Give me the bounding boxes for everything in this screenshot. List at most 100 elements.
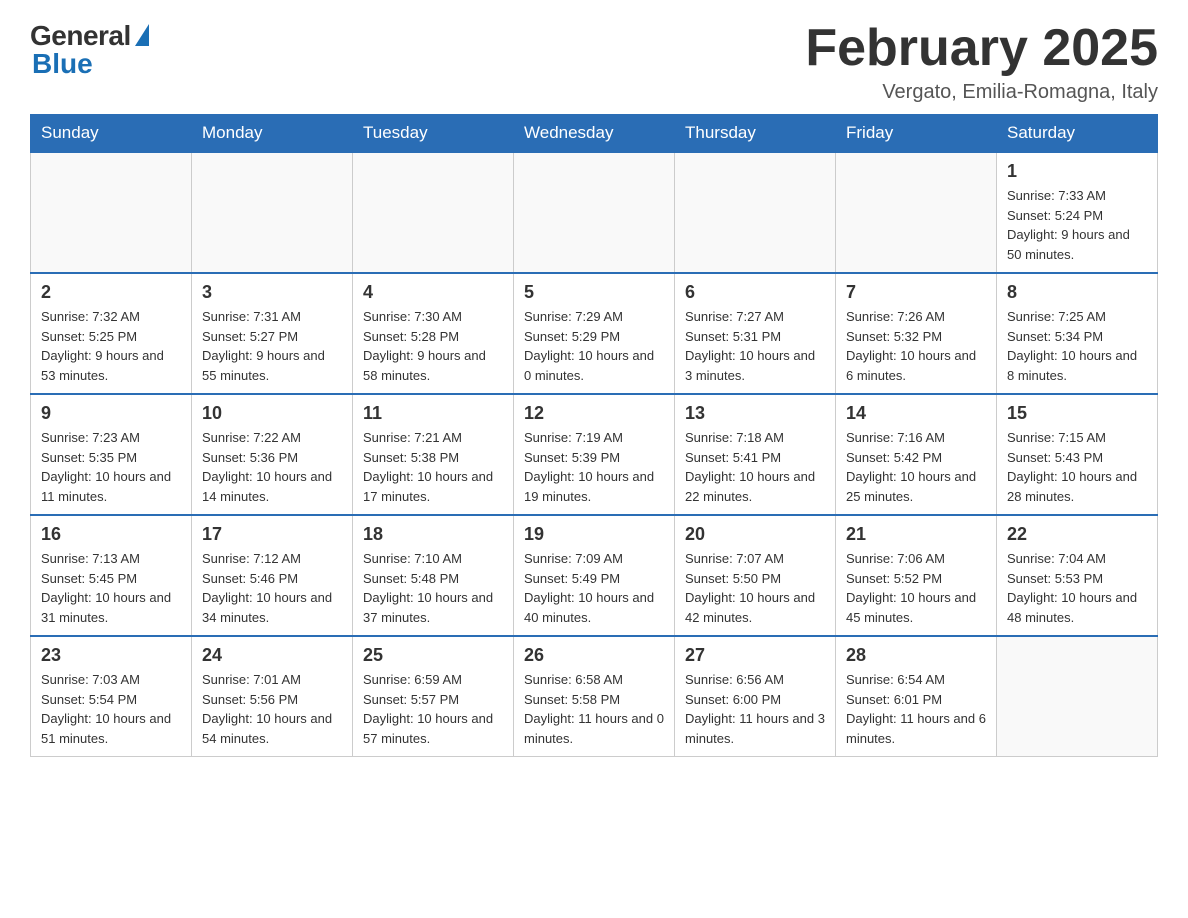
calendar-cell: 20 Sunrise: 7:07 AM Sunset: 5:50 PM Dayli… — [675, 515, 836, 636]
day-info: Sunrise: 7:07 AM Sunset: 5:50 PM Dayligh… — [685, 549, 825, 627]
calendar-cell: 7 Sunrise: 7:26 AM Sunset: 5:32 PM Daylig… — [836, 273, 997, 394]
location-subtitle: Vergato, Emilia-Romagna, Italy — [805, 81, 1158, 104]
calendar-cell: 8 Sunrise: 7:25 AM Sunset: 5:34 PM Daylig… — [997, 273, 1158, 394]
calendar-cell: 24Sunrise: 7:01 AM Sunset: 5:56 PM Dayli… — [192, 636, 353, 757]
day-number: 13 — [685, 403, 825, 424]
day-info: Sunrise: 7:10 AM Sunset: 5:48 PM Dayligh… — [363, 549, 503, 627]
day-number: 16 — [41, 524, 181, 545]
day-info: Sunrise: 6:54 AM Sunset: 6:01 PM Dayligh… — [846, 670, 986, 748]
calendar-cell: 17 Sunrise: 7:12 AM Sunset: 5:46 PM Dayli… — [192, 515, 353, 636]
day-info: Sunrise: 7:04 AM Sunset: 5:53 PM Dayligh… — [1007, 549, 1147, 627]
day-number: 4 — [363, 282, 503, 303]
day-info: Sunrise: 7:23 AM Sunset: 5:35 PM Dayligh… — [41, 428, 181, 506]
day-number: 27 — [685, 645, 825, 666]
day-number: 22 — [1007, 524, 1147, 545]
day-number: 5 — [524, 282, 664, 303]
weekday-header-thursday: Thursday — [675, 115, 836, 153]
day-number: 24 — [202, 645, 342, 666]
weekday-header-saturday: Saturday — [997, 115, 1158, 153]
calendar-cell: 14 Sunrise: 7:16 AM Sunset: 5:42 PM Dayli… — [836, 394, 997, 515]
day-number: 14 — [846, 403, 986, 424]
day-number: 18 — [363, 524, 503, 545]
calendar-cell: 23Sunrise: 7:03 AM Sunset: 5:54 PM Dayli… — [31, 636, 192, 757]
day-number: 21 — [846, 524, 986, 545]
calendar-week-row: 2 Sunrise: 7:32 AM Sunset: 5:25 PM Daylig… — [31, 273, 1158, 394]
day-info: Sunrise: 7:18 AM Sunset: 5:41 PM Dayligh… — [685, 428, 825, 506]
day-info: Sunrise: 7:03 AM Sunset: 5:54 PM Dayligh… — [41, 670, 181, 748]
calendar-cell — [836, 152, 997, 273]
calendar-cell: 6 Sunrise: 7:27 AM Sunset: 5:31 PM Daylig… — [675, 273, 836, 394]
calendar-cell: 5 Sunrise: 7:29 AM Sunset: 5:29 PM Daylig… — [514, 273, 675, 394]
calendar-cell: 11Sunrise: 7:21 AM Sunset: 5:38 PM Dayli… — [353, 394, 514, 515]
day-number: 11 — [363, 403, 503, 424]
logo-blue-text: Blue — [32, 48, 93, 80]
calendar-cell: 3 Sunrise: 7:31 AM Sunset: 5:27 PM Daylig… — [192, 273, 353, 394]
calendar-cell — [997, 636, 1158, 757]
weekday-header-monday: Monday — [192, 115, 353, 153]
calendar-cell: 18 Sunrise: 7:10 AM Sunset: 5:48 PM Dayli… — [353, 515, 514, 636]
calendar-body: 1Sunrise: 7:33 AM Sunset: 5:24 PM Daylig… — [31, 152, 1158, 757]
calendar-cell: 21 Sunrise: 7:06 AM Sunset: 5:52 PM Dayli… — [836, 515, 997, 636]
day-number: 15 — [1007, 403, 1147, 424]
weekday-header-friday: Friday — [836, 115, 997, 153]
day-info: Sunrise: 7:27 AM Sunset: 5:31 PM Dayligh… — [685, 307, 825, 385]
logo: General Blue — [30, 20, 149, 80]
day-number: 25 — [363, 645, 503, 666]
day-info: Sunrise: 7:30 AM Sunset: 5:28 PM Dayligh… — [363, 307, 503, 385]
calendar-table: SundayMondayTuesdayWednesdayThursdayFrid… — [30, 114, 1158, 757]
day-info: Sunrise: 6:58 AM Sunset: 5:58 PM Dayligh… — [524, 670, 664, 748]
day-number: 20 — [685, 524, 825, 545]
day-number: 28 — [846, 645, 986, 666]
calendar-cell: 15 Sunrise: 7:15 AM Sunset: 5:43 PM Dayli… — [997, 394, 1158, 515]
day-info: Sunrise: 7:29 AM Sunset: 5:29 PM Dayligh… — [524, 307, 664, 385]
weekday-header-row: SundayMondayTuesdayWednesdayThursdayFrid… — [31, 115, 1158, 153]
calendar-cell: 2 Sunrise: 7:32 AM Sunset: 5:25 PM Daylig… — [31, 273, 192, 394]
day-info: Sunrise: 6:56 AM Sunset: 6:00 PM Dayligh… — [685, 670, 825, 748]
day-number: 17 — [202, 524, 342, 545]
day-info: Sunrise: 7:15 AM Sunset: 5:43 PM Dayligh… — [1007, 428, 1147, 506]
weekday-header-wednesday: Wednesday — [514, 115, 675, 153]
calendar-cell: 12Sunrise: 7:19 AM Sunset: 5:39 PM Dayli… — [514, 394, 675, 515]
calendar-cell: 13 Sunrise: 7:18 AM Sunset: 5:41 PM Dayli… — [675, 394, 836, 515]
day-number: 10 — [202, 403, 342, 424]
calendar-week-row: 23Sunrise: 7:03 AM Sunset: 5:54 PM Dayli… — [31, 636, 1158, 757]
calendar-week-row: 9Sunrise: 7:23 AM Sunset: 5:35 PM Daylig… — [31, 394, 1158, 515]
calendar-cell: 4 Sunrise: 7:30 AM Sunset: 5:28 PM Daylig… — [353, 273, 514, 394]
day-info: Sunrise: 7:31 AM Sunset: 5:27 PM Dayligh… — [202, 307, 342, 385]
day-info: Sunrise: 7:13 AM Sunset: 5:45 PM Dayligh… — [41, 549, 181, 627]
calendar-cell: 27 Sunrise: 6:56 AM Sunset: 6:00 PM Dayli… — [675, 636, 836, 757]
calendar-cell: 25 Sunrise: 6:59 AM Sunset: 5:57 PM Dayli… — [353, 636, 514, 757]
calendar-cell — [514, 152, 675, 273]
day-info: Sunrise: 7:33 AM Sunset: 5:24 PM Dayligh… — [1007, 186, 1147, 264]
day-info: Sunrise: 7:32 AM Sunset: 5:25 PM Dayligh… — [41, 307, 181, 385]
day-info: Sunrise: 7:09 AM Sunset: 5:49 PM Dayligh… — [524, 549, 664, 627]
calendar-cell: 10 Sunrise: 7:22 AM Sunset: 5:36 PM Dayli… — [192, 394, 353, 515]
day-info: Sunrise: 7:22 AM Sunset: 5:36 PM Dayligh… — [202, 428, 342, 506]
calendar-week-row: 16 Sunrise: 7:13 AM Sunset: 5:45 PM Dayli… — [31, 515, 1158, 636]
month-title: February 2025 — [805, 20, 1158, 77]
calendar-cell: 16 Sunrise: 7:13 AM Sunset: 5:45 PM Dayli… — [31, 515, 192, 636]
day-info: Sunrise: 7:16 AM Sunset: 5:42 PM Dayligh… — [846, 428, 986, 506]
logo-triangle-icon — [135, 24, 149, 46]
calendar-cell — [353, 152, 514, 273]
title-area: February 2025 Vergato, Emilia-Romagna, I… — [805, 20, 1158, 104]
day-number: 3 — [202, 282, 342, 303]
calendar-cell: 1Sunrise: 7:33 AM Sunset: 5:24 PM Daylig… — [997, 152, 1158, 273]
day-number: 6 — [685, 282, 825, 303]
calendar-cell: 19Sunrise: 7:09 AM Sunset: 5:49 PM Dayli… — [514, 515, 675, 636]
calendar-cell: 26Sunrise: 6:58 AM Sunset: 5:58 PM Dayli… — [514, 636, 675, 757]
day-number: 8 — [1007, 282, 1147, 303]
day-number: 7 — [846, 282, 986, 303]
calendar-cell: 9Sunrise: 7:23 AM Sunset: 5:35 PM Daylig… — [31, 394, 192, 515]
day-info: Sunrise: 7:25 AM Sunset: 5:34 PM Dayligh… — [1007, 307, 1147, 385]
calendar-cell: 22 Sunrise: 7:04 AM Sunset: 5:53 PM Dayli… — [997, 515, 1158, 636]
day-info: Sunrise: 7:06 AM Sunset: 5:52 PM Dayligh… — [846, 549, 986, 627]
day-number: 2 — [41, 282, 181, 303]
day-info: Sunrise: 6:59 AM Sunset: 5:57 PM Dayligh… — [363, 670, 503, 748]
day-info: Sunrise: 7:26 AM Sunset: 5:32 PM Dayligh… — [846, 307, 986, 385]
calendar-cell — [31, 152, 192, 273]
calendar-cell — [675, 152, 836, 273]
calendar-header: SundayMondayTuesdayWednesdayThursdayFrid… — [31, 115, 1158, 153]
day-info: Sunrise: 7:12 AM Sunset: 5:46 PM Dayligh… — [202, 549, 342, 627]
page-header: General Blue February 2025 Vergato, Emil… — [30, 20, 1158, 104]
